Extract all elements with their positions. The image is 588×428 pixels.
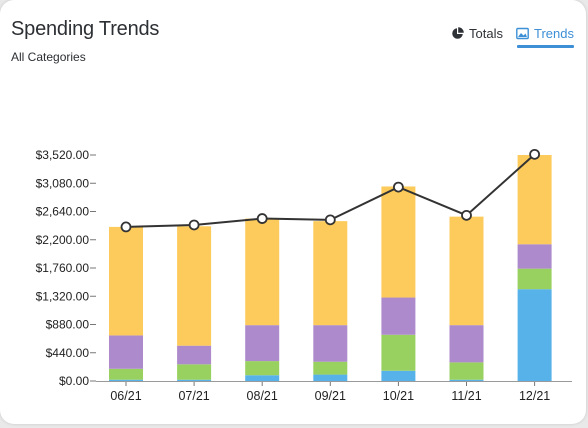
spending-trends-card: Spending Trends All Categories Totals Tr… <box>0 0 586 424</box>
bar-segment <box>313 361 348 375</box>
bar-segment <box>381 186 416 298</box>
y-tick-label: $1,760.00 <box>36 261 90 275</box>
x-tick-label: 09/21 <box>315 389 346 403</box>
bar-segment <box>381 297 416 335</box>
bar-segment <box>517 244 552 269</box>
trend-point <box>324 214 336 226</box>
bar-segment <box>177 345 212 365</box>
bar-segment <box>517 155 552 245</box>
y-tick-label: $3,520.00 <box>36 148 90 162</box>
bar-segment <box>449 362 484 380</box>
trend-point <box>256 213 268 224</box>
bar-segment <box>177 364 212 380</box>
trend-point <box>461 209 472 221</box>
bar-segment <box>313 221 348 326</box>
y-tick-label: $1,320.00 <box>36 289 90 303</box>
x-tick-label: 12/21 <box>519 389 550 403</box>
bar-segment <box>177 226 212 346</box>
y-tick-label: $440.00 <box>46 346 90 360</box>
trend-point <box>188 219 200 231</box>
x-tick-label: 07/21 <box>178 389 209 403</box>
bar-segment <box>449 216 484 326</box>
y-tick-label: $0.00 <box>59 374 89 388</box>
bar-segment <box>177 379 212 381</box>
bar-segment <box>381 370 416 381</box>
bar-segment <box>245 375 280 381</box>
y-tick-label: $2,640.00 <box>36 205 90 219</box>
bar-segment <box>245 325 280 362</box>
trend-point <box>120 221 132 233</box>
bar-segment <box>517 289 552 381</box>
bar-segment <box>449 325 484 363</box>
trend-point <box>529 148 540 160</box>
y-tick-label: $880.00 <box>46 318 90 332</box>
spending-trends-chart: $0.00 $440.00 $880.00 $1,320.00 $1,760.00 $2,… <box>36 148 572 403</box>
bar-segment <box>109 335 143 369</box>
bar-segment <box>109 226 143 336</box>
bar-segment <box>313 374 348 381</box>
trend-point <box>392 181 404 193</box>
bar-segment <box>109 368 143 380</box>
x-tick-label: 08/21 <box>247 389 278 403</box>
bar-segment <box>449 379 484 381</box>
x-tick-label: 11/21 <box>451 389 481 403</box>
bar-segment <box>381 334 416 371</box>
x-tick-label: 10/21 <box>383 389 414 403</box>
bar-segment <box>245 361 280 376</box>
bar-segment <box>313 325 348 362</box>
bar-segment <box>245 218 280 326</box>
x-tick-label: 06/21 <box>110 389 141 403</box>
y-tick-label: $3,080.00 <box>36 176 90 190</box>
bar-segment <box>109 379 143 381</box>
bar-segment <box>517 268 552 290</box>
y-tick-label: $2,200.00 <box>36 233 90 247</box>
